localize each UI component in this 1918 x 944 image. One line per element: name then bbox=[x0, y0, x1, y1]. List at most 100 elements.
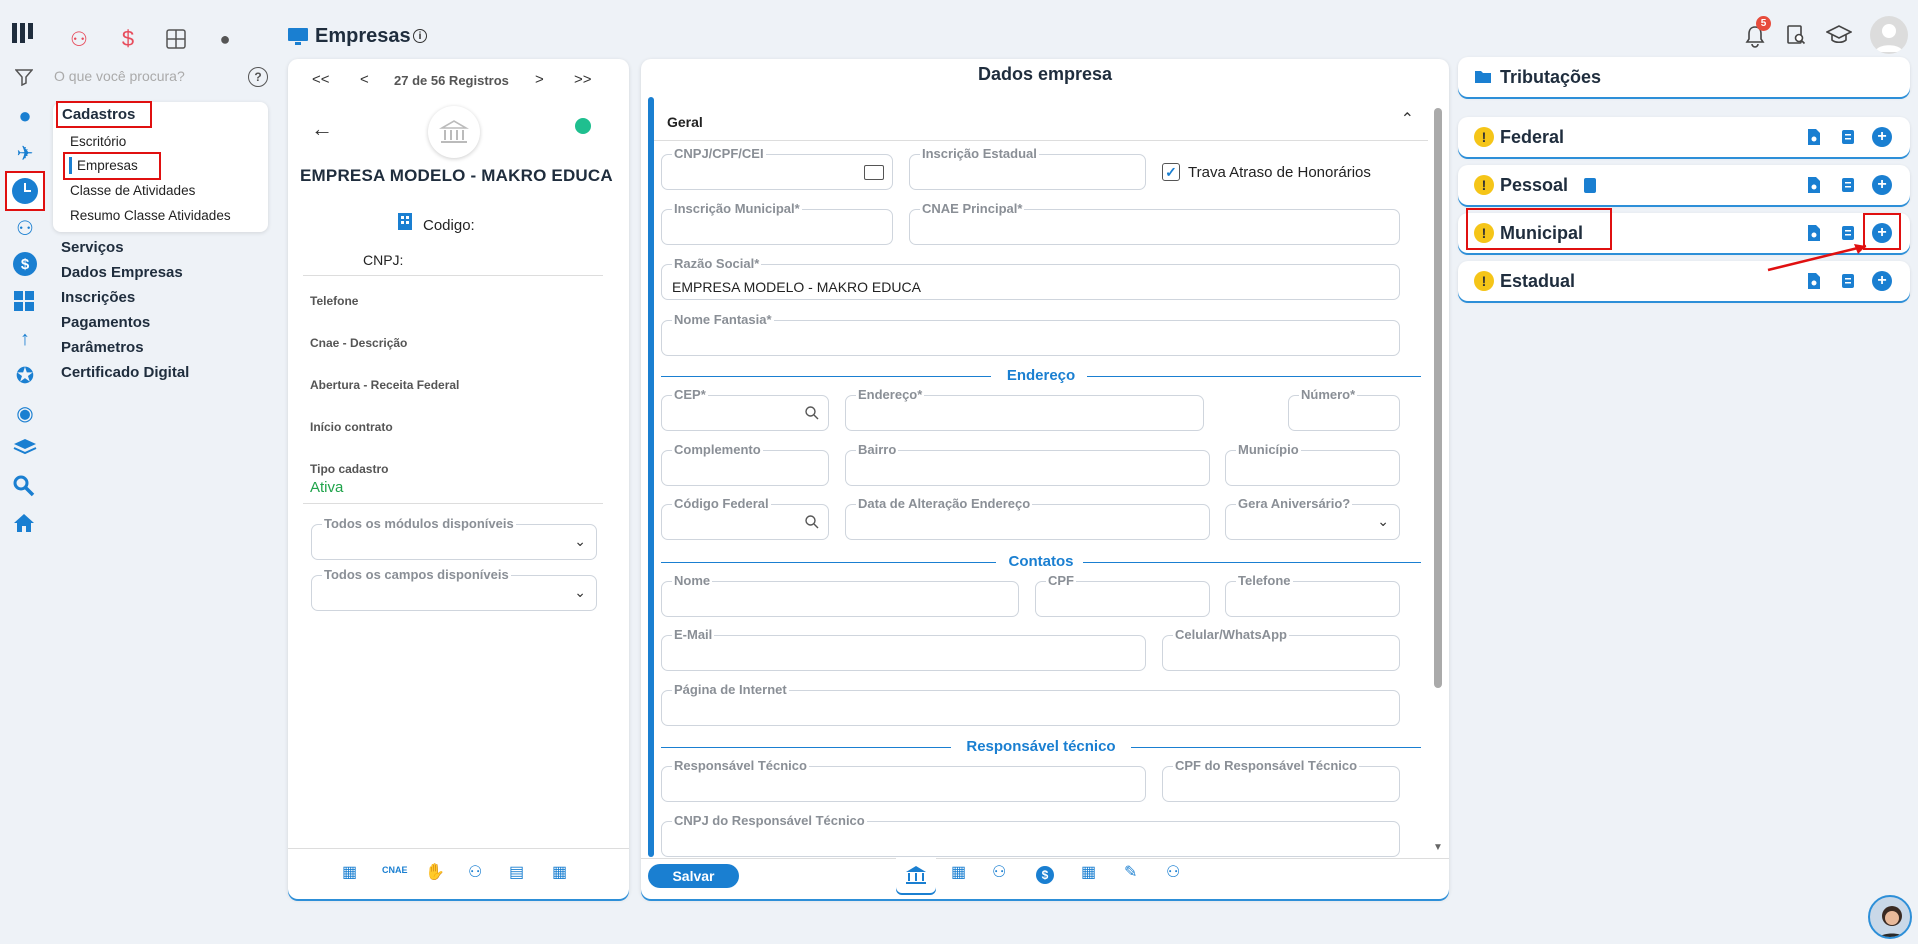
scroll-down-arrow[interactable]: ▼ bbox=[1433, 842, 1443, 853]
cnpj-field[interactable]: CNPJ/CPF/CEI bbox=[661, 146, 893, 190]
info-icon[interactable]: i bbox=[413, 29, 427, 43]
layers-icon[interactable] bbox=[13, 438, 37, 462]
tributacao-federal[interactable]: ! Federal + bbox=[1458, 117, 1910, 157]
filter-icon[interactable] bbox=[14, 68, 35, 88]
card-icon[interactable]: ▦ bbox=[951, 862, 966, 882]
money-bag-blue-icon[interactable]: ◉ bbox=[12, 400, 38, 426]
geral-header[interactable]: Geral ⌃ bbox=[654, 97, 1428, 141]
dollar-tab-icon[interactable]: $ bbox=[1036, 866, 1054, 884]
scrollbar[interactable] bbox=[1434, 108, 1442, 688]
municipio-field[interactable]: Município bbox=[1225, 442, 1400, 486]
users-tab-icon[interactable]: ⚇ bbox=[992, 862, 1006, 882]
menu-cadastros[interactable]: Cadastros bbox=[56, 101, 152, 128]
add-icon[interactable]: + bbox=[1872, 175, 1892, 195]
modules-select[interactable]: Todos os módulos disponíveis ⌄ bbox=[311, 516, 597, 560]
responsavel-tecnico-field[interactable]: Responsável Técnico bbox=[661, 758, 1146, 802]
menu-certificado-digital[interactable]: Certificado Digital bbox=[61, 364, 189, 381]
calculator-icon[interactable] bbox=[164, 26, 188, 52]
app-logo[interactable] bbox=[10, 20, 40, 46]
menu-item-empresas-box[interactable]: Empresas bbox=[63, 152, 161, 180]
handshake-icon[interactable]: ✈ bbox=[12, 140, 38, 166]
celular-field[interactable]: Celular/WhatsApp bbox=[1162, 627, 1400, 671]
support-avatar[interactable] bbox=[1868, 895, 1912, 939]
cpf-field[interactable]: CPF bbox=[1035, 573, 1210, 617]
gera-aniversario-select[interactable]: Gera Aniversário? ⌄ bbox=[1225, 496, 1400, 540]
email-field[interactable]: E-Mail bbox=[661, 627, 1146, 671]
chevron-up-icon[interactable]: ⌃ bbox=[1401, 109, 1414, 129]
menu-parametros[interactable]: Parâmetros bbox=[61, 339, 144, 356]
document-edit-icon[interactable]: ✎ bbox=[1124, 862, 1137, 882]
endereco-field[interactable]: Endereço* bbox=[845, 387, 1204, 431]
menu-servicos[interactable]: Serviços bbox=[61, 239, 124, 256]
users-icon[interactable]: ⚇ bbox=[12, 215, 38, 241]
back-arrow-icon[interactable]: ← bbox=[311, 116, 333, 141]
cnae-principal-field[interactable]: CNAE Principal* bbox=[909, 201, 1400, 245]
graduation-cap-icon[interactable] bbox=[1825, 24, 1853, 48]
dollar-icon[interactable]: $ bbox=[116, 26, 140, 52]
id-card-icon[interactable] bbox=[864, 165, 884, 180]
codigo-federal-field[interactable]: Código Federal bbox=[661, 496, 829, 540]
complemento-field[interactable]: Complemento bbox=[661, 442, 829, 486]
dollar-circle-icon[interactable]: $ bbox=[13, 252, 37, 276]
people-icon[interactable]: ⚇ bbox=[66, 26, 92, 52]
add-icon[interactable]: + bbox=[1872, 127, 1892, 147]
document-search-icon[interactable] bbox=[1804, 127, 1824, 147]
menu-item-empresas[interactable]: Empresas bbox=[77, 158, 138, 173]
search-icon[interactable] bbox=[13, 475, 37, 499]
home-icon[interactable] bbox=[13, 512, 37, 536]
tributacao-pessoal[interactable]: ! Pessoal + bbox=[1458, 165, 1910, 205]
calendar-icon[interactable]: ▦ bbox=[342, 862, 357, 882]
clock-icon[interactable] bbox=[5, 171, 45, 211]
search-small-icon[interactable] bbox=[804, 514, 820, 530]
save-button[interactable]: Salvar bbox=[648, 864, 739, 888]
scroll-icon[interactable] bbox=[1838, 127, 1858, 147]
razao-social-field[interactable]: Razão Social* EMPRESA MODELO - MAKRO EDU… bbox=[661, 256, 1400, 300]
cnpj-responsavel-field[interactable]: CNPJ do Responsável Técnico bbox=[661, 813, 1400, 857]
money-bag-icon[interactable]: ● bbox=[213, 26, 237, 52]
dataalt-label: Data de Alteração Endereço bbox=[856, 496, 1033, 511]
document-search-icon[interactable] bbox=[1804, 175, 1824, 195]
pagina-internet-field[interactable]: Página de Internet bbox=[661, 682, 1400, 726]
chevron-down-icon: ⌄ bbox=[574, 584, 586, 600]
cpf-responsavel-field[interactable]: CPF do Responsável Técnico bbox=[1162, 758, 1400, 802]
trava-checkbox[interactable]: ✓ bbox=[1162, 163, 1180, 181]
pager-first-button[interactable]: << bbox=[312, 71, 330, 88]
document-search-icon[interactable] bbox=[1786, 24, 1808, 48]
hand-icon[interactable]: ✋ bbox=[425, 862, 445, 882]
nome-fantasia-field[interactable]: Nome Fantasia* bbox=[661, 312, 1400, 356]
menu-item-classe-atividades[interactable]: Classe de Atividades bbox=[70, 183, 195, 198]
user-icon[interactable]: ● bbox=[12, 103, 38, 129]
pager-next-button[interactable]: > bbox=[535, 71, 544, 88]
inscricao-estadual-field[interactable]: Inscrição Estadual bbox=[909, 146, 1146, 190]
pager-prev-button[interactable]: < bbox=[360, 71, 369, 88]
help-icon[interactable]: ? bbox=[248, 67, 268, 87]
tab-bank-active[interactable] bbox=[896, 858, 936, 893]
bairro-field[interactable]: Bairro bbox=[845, 442, 1210, 486]
calculator-blue-icon[interactable] bbox=[13, 290, 37, 314]
inscricao-municipal-field[interactable]: Inscrição Municipal* bbox=[661, 201, 893, 245]
menu-item-escritorio[interactable]: Escritório bbox=[70, 134, 126, 149]
numero-field[interactable]: Número* bbox=[1288, 387, 1400, 431]
table-icon[interactable]: ▤ bbox=[509, 862, 524, 882]
cnae-button[interactable]: CNAE bbox=[382, 865, 408, 875]
scroll-icon[interactable] bbox=[1838, 175, 1858, 195]
building-small-icon[interactable]: ▦ bbox=[552, 862, 567, 882]
menu-pagamentos[interactable]: Pagamentos bbox=[61, 314, 150, 331]
cep-field[interactable]: CEP* bbox=[661, 387, 829, 431]
pager-last-button[interactable]: >> bbox=[574, 71, 592, 88]
group-icon[interactable]: ⚇ bbox=[1166, 862, 1180, 882]
fields-select[interactable]: Todos os campos disponíveis ⌄ bbox=[311, 567, 597, 611]
network-icon[interactable]: ✪ bbox=[12, 363, 38, 389]
menu-item-resumo-classe[interactable]: Resumo Classe Atividades bbox=[70, 208, 231, 223]
user-avatar[interactable] bbox=[1870, 16, 1908, 54]
calculator-tab-icon[interactable]: ▦ bbox=[1081, 862, 1096, 882]
growth-icon[interactable]: ↑ bbox=[12, 326, 38, 352]
menu-dados-empresas[interactable]: Dados Empresas bbox=[61, 264, 183, 281]
data-alteracao-field[interactable]: Data de Alteração Endereço bbox=[845, 496, 1210, 540]
search-small-icon[interactable] bbox=[804, 405, 820, 421]
users-small-icon[interactable]: ⚇ bbox=[468, 862, 482, 882]
nome-field[interactable]: Nome bbox=[661, 573, 1019, 617]
telefone-field[interactable]: Telefone bbox=[1225, 573, 1400, 617]
menu-inscricoes[interactable]: Inscrições bbox=[61, 289, 135, 306]
search-input[interactable]: O que você procura? bbox=[54, 68, 185, 84]
